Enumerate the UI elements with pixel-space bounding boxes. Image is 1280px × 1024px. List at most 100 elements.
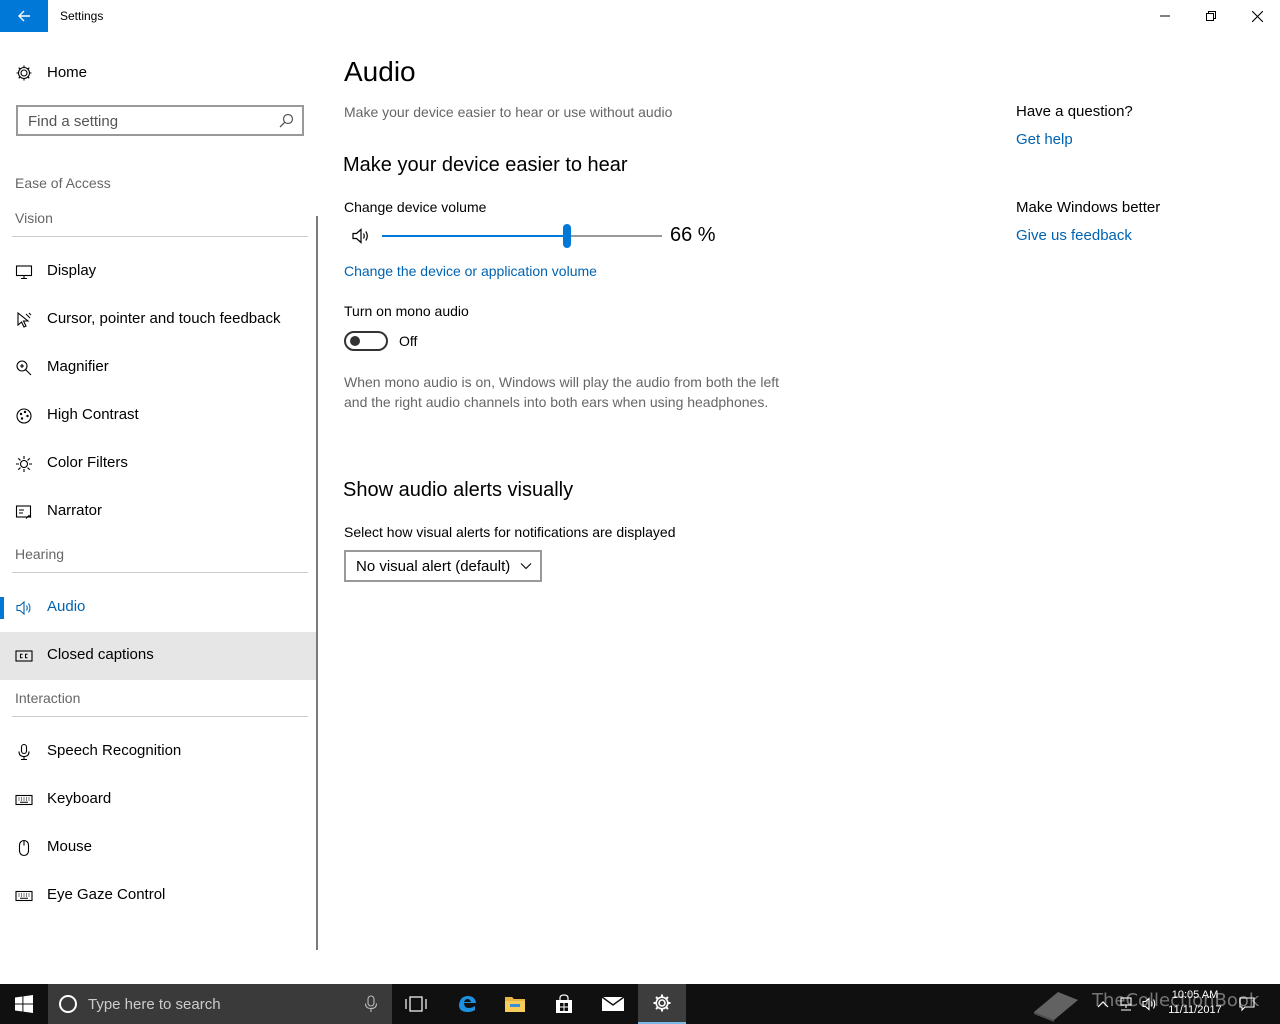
cortana-icon — [59, 995, 77, 1013]
minimize-icon — [1160, 15, 1170, 17]
title-bar: Settings — [0, 0, 1280, 32]
sidebar-item-label: Closed captions — [47, 646, 154, 663]
microphone-icon[interactable] — [364, 995, 378, 1013]
sidebar-home[interactable]: Home — [0, 56, 320, 90]
section-heading-alerts: Show audio alerts visually — [343, 479, 574, 501]
sidebar-item-label: Color Filters — [47, 454, 128, 471]
divider — [12, 716, 308, 717]
sidebar-scrollbar[interactable] — [316, 216, 318, 950]
notification-icon — [1239, 997, 1255, 1012]
narrator-icon — [15, 505, 32, 519]
book-logo-icon — [1034, 992, 1078, 1022]
sidebar-item-keyboard[interactable]: Keyboard — [0, 776, 318, 824]
mono-audio-state: Off — [399, 333, 418, 349]
clock[interactable]: 10:05 AM 11/11/2017 — [1160, 988, 1230, 1018]
visual-alerts-dropdown[interactable]: No visual alert (default) — [344, 550, 542, 582]
gear-icon — [16, 65, 32, 81]
give-feedback-link[interactable]: Give us feedback — [1016, 227, 1132, 244]
group-heading-interaction: Interaction — [15, 690, 81, 706]
page-subtitle: Make your device easier to hear or use w… — [344, 104, 673, 120]
sidebar-item-label: Speech Recognition — [47, 742, 182, 759]
divider — [12, 236, 308, 237]
question-heading: Have a question? — [1016, 103, 1133, 120]
slider-thumb[interactable] — [562, 224, 571, 248]
search-icon — [279, 113, 294, 128]
back-button[interactable] — [0, 0, 48, 32]
sidebar-item-display[interactable]: Display — [0, 248, 318, 296]
sidebar-item-magnifier[interactable]: Magnifier — [0, 344, 318, 392]
window-title: Settings — [60, 9, 104, 23]
action-center-button[interactable] — [1236, 984, 1258, 1024]
visual-alerts-label: Select how visual alerts for notificatio… — [344, 524, 676, 540]
keyboard-icon — [15, 794, 33, 806]
file-explorer-button[interactable] — [491, 984, 539, 1024]
volume-value: 66 % — [670, 224, 716, 246]
sidebar-item-mouse[interactable]: Mouse — [0, 824, 318, 872]
sidebar: Home Ease of Access Vision Display Curso… — [0, 32, 320, 984]
show-hidden-icons-button[interactable] — [1094, 984, 1112, 1024]
monitor-icon — [15, 265, 33, 280]
section-heading-hear: Make your device easier to hear — [343, 154, 628, 176]
sidebar-item-cursor[interactable]: Cursor, pointer and touch feedback — [0, 296, 318, 344]
task-view-button[interactable] — [392, 984, 440, 1024]
sidebar-item-speech-recognition[interactable]: Speech Recognition — [0, 728, 318, 776]
sidebar-item-closed-captions[interactable]: Closed captions — [0, 632, 318, 680]
sidebar-item-label: Eye Gaze Control — [47, 886, 166, 903]
slider-fill — [382, 235, 567, 237]
sidebar-item-label: Keyboard — [47, 790, 112, 807]
volume-button[interactable] — [1140, 984, 1160, 1024]
arrow-left-icon — [18, 10, 30, 22]
sidebar-item-audio[interactable]: Audio — [0, 584, 318, 632]
mail-button[interactable] — [589, 984, 637, 1024]
selection-indicator — [0, 597, 4, 619]
restore-icon — [1206, 11, 1216, 21]
chevron-down-icon — [520, 563, 532, 570]
network-icon — [1120, 997, 1132, 1011]
minimize-button[interactable] — [1142, 0, 1188, 32]
search-input[interactable] — [28, 111, 278, 131]
dropdown-value: No visual alert (default) — [356, 558, 511, 575]
sidebar-item-narrator[interactable]: Narrator — [0, 488, 318, 536]
mono-audio-description: When mono audio is on, Windows will play… — [344, 374, 780, 410]
store-button[interactable] — [540, 984, 588, 1024]
sidebar-item-label: Audio — [47, 598, 86, 615]
magnifier-icon — [16, 360, 32, 376]
mono-audio-toggle[interactable] — [344, 331, 388, 351]
clock-time: 10:05 AM — [1171, 989, 1219, 1001]
network-button[interactable] — [1116, 984, 1136, 1024]
feedback-heading: Make Windows better — [1016, 199, 1161, 216]
settings-taskbar-button[interactable] — [638, 984, 686, 1024]
restore-button[interactable] — [1188, 0, 1234, 32]
edge-button[interactable] — [443, 984, 491, 1024]
task-view-icon — [405, 996, 427, 1012]
get-help-link[interactable]: Get help — [1016, 131, 1073, 148]
home-label: Home — [47, 64, 88, 81]
sidebar-item-color-filters[interactable]: Color Filters — [0, 440, 318, 488]
sun-icon — [16, 456, 32, 472]
section-label: Ease of Access — [15, 175, 111, 191]
sidebar-item-high-contrast[interactable]: High Contrast — [0, 392, 318, 440]
sidebar-item-label: Display — [47, 262, 97, 279]
sidebar-item-label: Cursor, pointer and touch feedback — [47, 310, 281, 327]
search-field[interactable] — [16, 105, 304, 136]
cc-icon — [15, 650, 33, 662]
volume-slider[interactable] — [382, 224, 662, 248]
mono-audio-label: Turn on mono audio — [344, 303, 469, 319]
volume-icon — [1142, 997, 1156, 1011]
contrast-icon — [16, 408, 32, 424]
taskbar-search[interactable]: Type here to search — [48, 984, 392, 1024]
cursor-icon — [17, 311, 32, 328]
start-button[interactable] — [0, 984, 48, 1024]
volume-label: Change device volume — [344, 199, 487, 215]
sidebar-item-label: Narrator — [47, 502, 103, 519]
close-button[interactable] — [1234, 0, 1280, 32]
chevron-up-icon — [1097, 1001, 1109, 1008]
divider — [12, 572, 308, 573]
close-icon — [1251, 10, 1263, 22]
store-icon — [556, 994, 572, 1013]
change-volume-link[interactable]: Change the device or application volume — [344, 263, 597, 279]
sidebar-item-eye-gaze-control[interactable]: Eye Gaze Control — [0, 872, 318, 920]
page-title: Audio — [344, 56, 416, 87]
clock-date: 11/11/2017 — [1168, 1004, 1222, 1016]
speaker-icon — [352, 228, 368, 244]
